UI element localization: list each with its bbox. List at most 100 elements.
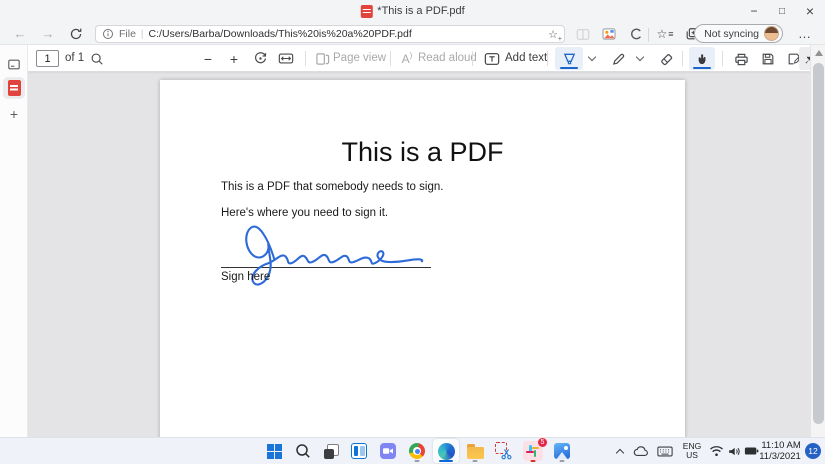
draw-tool-button[interactable]: [606, 47, 630, 70]
toolbar-separator: [682, 51, 683, 66]
wifi-icon: [709, 445, 724, 457]
touch-keyboard-button[interactable]: [654, 439, 676, 463]
add-favorite-button[interactable]: ☆+: [548, 28, 558, 41]
star-plus-icon: +: [558, 36, 562, 43]
photos-button[interactable]: [549, 439, 575, 463]
search-icon: [295, 443, 311, 459]
add-text-label[interactable]: Add text: [505, 52, 547, 64]
read-aloud-label[interactable]: Read aloud: [418, 52, 477, 64]
plus-icon: +: [10, 106, 18, 122]
hand-writing-icon: [695, 52, 709, 66]
document-paragraph-2: Here's where you need to sign it.: [221, 207, 388, 219]
tab-current-pdf[interactable]: [3, 77, 25, 99]
sync-status-label: Not syncing: [704, 28, 759, 40]
draw-options-button[interactable]: [632, 47, 648, 70]
task-view-button[interactable]: [318, 439, 344, 463]
tray-overflow-button[interactable]: [611, 439, 629, 463]
save-button[interactable]: [756, 47, 780, 70]
page-number-input[interactable]: [36, 50, 59, 67]
notification-center-button[interactable]: 12: [804, 439, 822, 463]
forward-button[interactable]: →: [36, 23, 60, 44]
minimize-button[interactable]: −: [739, 0, 769, 22]
scroll-up-arrow[interactable]: [815, 50, 823, 56]
scrollbar[interactable]: [810, 45, 825, 437]
highlight-options-button[interactable]: [584, 47, 600, 70]
start-button[interactable]: [261, 439, 287, 463]
pdf-favicon-icon: [360, 5, 372, 18]
zoom-out-button[interactable]: −: [196, 47, 220, 70]
zoom-in-button[interactable]: +: [222, 47, 246, 70]
widgets-button[interactable]: [346, 439, 372, 463]
read-aloud-button[interactable]: A): [397, 47, 417, 70]
language-region: US: [683, 451, 701, 460]
address-bar[interactable]: File | C:/Users/Barba/Downloads/This%20i…: [95, 25, 565, 43]
slack-icon: 5: [523, 441, 543, 461]
rotate-icon: [253, 51, 268, 66]
page-view-label[interactable]: Page view: [333, 52, 386, 64]
folder-icon: [467, 447, 484, 459]
print-button[interactable]: [729, 47, 753, 70]
chat-button[interactable]: [375, 439, 401, 463]
toolbar-separator: [722, 51, 723, 66]
highlight-tool-button[interactable]: [555, 47, 583, 70]
page-count-label: of 1: [65, 52, 84, 64]
file-explorer-button[interactable]: [462, 439, 488, 463]
close-button[interactable]: ×: [795, 0, 825, 22]
refresh-button[interactable]: [64, 23, 88, 44]
tray-date: 11/3/2021: [759, 451, 801, 462]
taskbar: 5 ENGUS 11:10 AM11/3/2: [0, 437, 825, 464]
task-view-icon: [324, 444, 339, 459]
toolbar-separator: [472, 51, 473, 66]
extension-c-button[interactable]: [625, 24, 647, 44]
speaker-icon: [727, 445, 741, 458]
slack-notification-badge: 5: [537, 437, 548, 448]
camera-glyph: [380, 443, 396, 459]
tab-other-document[interactable]: [3, 53, 25, 75]
running-indicator: [473, 460, 478, 463]
volume-button[interactable]: [725, 439, 743, 463]
new-tab-button[interactable]: +: [3, 103, 25, 125]
erase-tool-button[interactable]: [654, 47, 678, 70]
find-in-document-button[interactable]: [86, 47, 108, 70]
pdf-viewer[interactable]: This is a PDF This is a PDF that somebod…: [28, 72, 810, 437]
slack-bar: [532, 447, 540, 450]
fit-to-width-button[interactable]: [274, 47, 298, 70]
maximize-button[interactable]: □: [767, 0, 797, 22]
back-button[interactable]: ←: [8, 23, 32, 44]
clock[interactable]: 11:10 AM11/3/2021: [758, 439, 802, 463]
edge-button[interactable]: [433, 439, 459, 463]
settings-more-button[interactable]: …: [793, 23, 817, 44]
pen-icon: [611, 52, 626, 66]
onedrive-tray-button[interactable]: [631, 439, 651, 463]
file-scheme-label: File: [119, 28, 136, 40]
add-text-button[interactable]: [481, 47, 503, 70]
eraser-icon: [659, 52, 674, 66]
chrome-button[interactable]: [404, 439, 430, 463]
snipping-tool-button[interactable]: [491, 439, 517, 463]
save-icon: [761, 52, 775, 66]
edge-window: *This is a PDF.pdf − □ × ← → File | C:/U…: [0, 0, 825, 464]
favorites-button[interactable]: ☆≡: [654, 24, 676, 44]
page-view-button[interactable]: [312, 47, 332, 70]
split-screen-button[interactable]: [572, 24, 594, 44]
signature-path: [246, 227, 422, 285]
slack-button[interactable]: 5: [520, 439, 546, 463]
attention-indicator: [531, 460, 536, 463]
info-icon[interactable]: [102, 28, 114, 40]
photos-icon: [554, 443, 570, 459]
language-switcher[interactable]: ENGUS: [679, 439, 705, 463]
chevron-up-icon: [616, 448, 624, 456]
profile-button[interactable]: Not syncing: [694, 24, 783, 43]
extension-picture-button[interactable]: [598, 24, 620, 44]
read-aloud-icon: A: [402, 52, 410, 66]
highlighter-icon: [562, 52, 577, 66]
scrollbar-thumb[interactable]: [813, 63, 824, 424]
refresh-icon: [69, 27, 83, 41]
search-button[interactable]: [290, 439, 316, 463]
chevron-down-icon: [588, 53, 596, 61]
ink-signature-tool-button[interactable]: [689, 47, 715, 70]
search-icon: [90, 52, 104, 66]
wifi-button[interactable]: [707, 439, 725, 463]
url-text[interactable]: C:/Users/Barba/Downloads/This%20is%20a%2…: [149, 28, 544, 40]
rotate-button[interactable]: [248, 47, 272, 70]
